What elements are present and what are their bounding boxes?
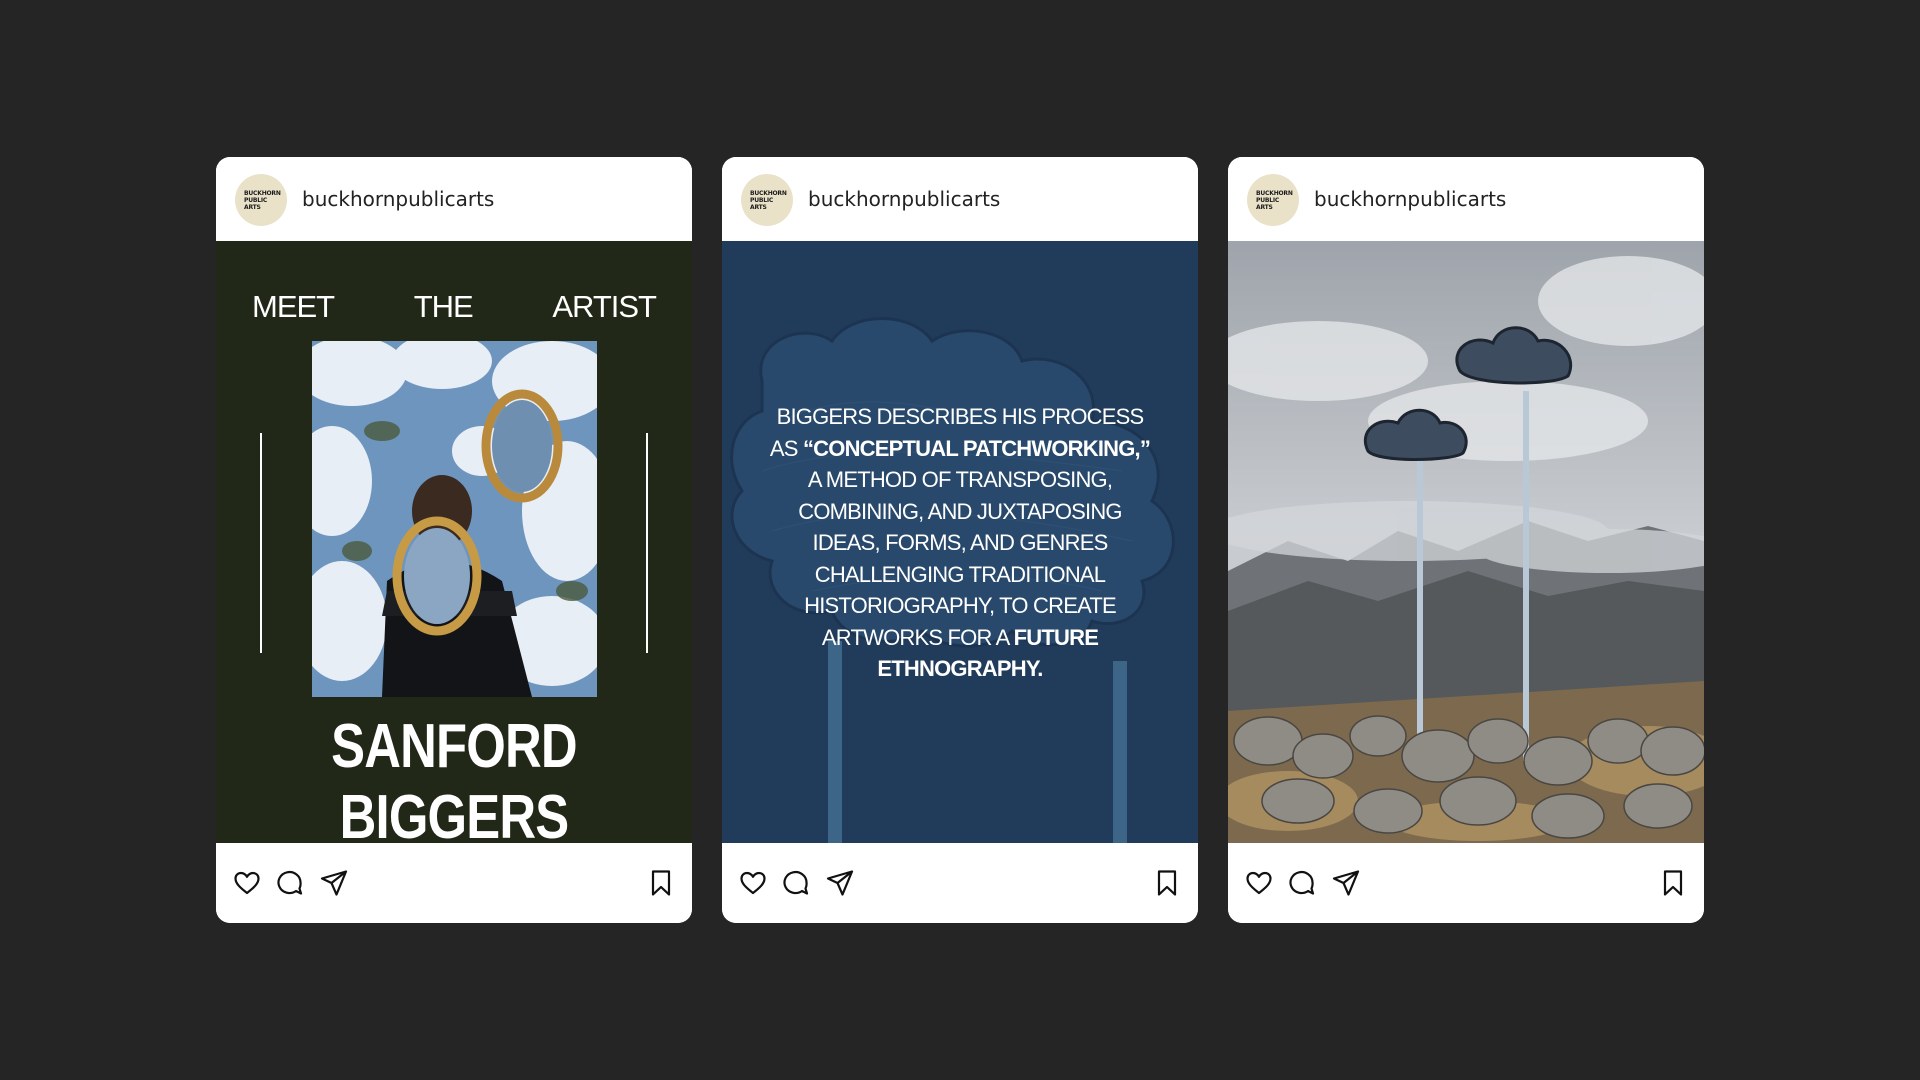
post-header: BUCKHORN PUBLIC ARTS buckhornpublicarts: [722, 157, 1198, 241]
avatar[interactable]: BUCKHORN PUBLIC ARTS: [1247, 174, 1299, 226]
post-image[interactable]: BIGGERS DESCRIBES HIS PROCESS AS “CONCEP…: [722, 241, 1198, 843]
bookmark-icon[interactable]: [1658, 868, 1688, 898]
avatar[interactable]: BUCKHORN PUBLIC ARTS: [741, 174, 793, 226]
send-icon[interactable]: [1331, 868, 1361, 898]
post-image[interactable]: MEET THE ARTIST SANFORD BIGGERS: [216, 241, 692, 843]
post-actions-bar: [216, 843, 692, 923]
quote-part-2: A METHOD OF TRANSPOSING, COMBINING, AND …: [798, 467, 1122, 650]
comment-icon[interactable]: [781, 868, 811, 898]
quote-text: BIGGERS DESCRIBES HIS PROCESS AS “CONCEP…: [762, 401, 1158, 685]
post-actions-bar: [1228, 843, 1704, 923]
post-card-meet-the-artist: BUCKHORN PUBLIC ARTS buckhornpublicarts …: [216, 157, 692, 923]
divider-line-left: [260, 433, 262, 653]
bookmark-icon[interactable]: [646, 868, 676, 898]
heart-icon[interactable]: [232, 868, 262, 898]
username[interactable]: buckhornpublicarts: [1314, 157, 1506, 241]
artist-name-title: SANFORD BIGGERS: [331, 712, 577, 843]
artist-portrait-photo: [312, 341, 597, 697]
post-card-landscape: BUCKHORN PUBLIC ARTS buckhornpublicarts: [1228, 157, 1704, 923]
send-icon[interactable]: [825, 868, 855, 898]
divider-line-right: [646, 433, 648, 653]
avatar[interactable]: BUCKHORN PUBLIC ARTS: [235, 174, 287, 226]
heading-word-artist: ARTIST: [552, 289, 657, 324]
meet-the-artist-heading: MEET THE ARTIST: [252, 289, 657, 325]
comment-icon[interactable]: [275, 868, 305, 898]
avatar-logo-text: BUCKHORN PUBLIC ARTS: [750, 189, 787, 211]
avatar-logo-text: BUCKHORN PUBLIC ARTS: [1256, 189, 1293, 211]
heading-word-meet: MEET: [252, 289, 335, 324]
post-card-quote: BUCKHORN PUBLIC ARTS buckhornpublicarts …: [722, 157, 1198, 923]
send-icon[interactable]: [319, 868, 349, 898]
post-image[interactable]: [1228, 241, 1704, 843]
post-actions-bar: [722, 843, 1198, 923]
post-header: BUCKHORN PUBLIC ARTS buckhornpublicarts: [1228, 157, 1704, 241]
heart-icon[interactable]: [738, 868, 768, 898]
heading-word-the: THE: [413, 289, 474, 324]
username[interactable]: buckhornpublicarts: [302, 157, 494, 241]
username[interactable]: buckhornpublicarts: [808, 157, 1000, 241]
comment-icon[interactable]: [1287, 868, 1317, 898]
bookmark-icon[interactable]: [1152, 868, 1182, 898]
post-header: BUCKHORN PUBLIC ARTS buckhornpublicarts: [216, 157, 692, 241]
cloud-sculpture-landscape-photo: [1228, 241, 1704, 843]
avatar-logo-text: BUCKHORN PUBLIC ARTS: [244, 189, 281, 211]
heart-icon[interactable]: [1244, 868, 1274, 898]
quote-bold-conceptual-patchworking: “CONCEPTUAL PATCHWORKING,”: [802, 435, 1151, 461]
